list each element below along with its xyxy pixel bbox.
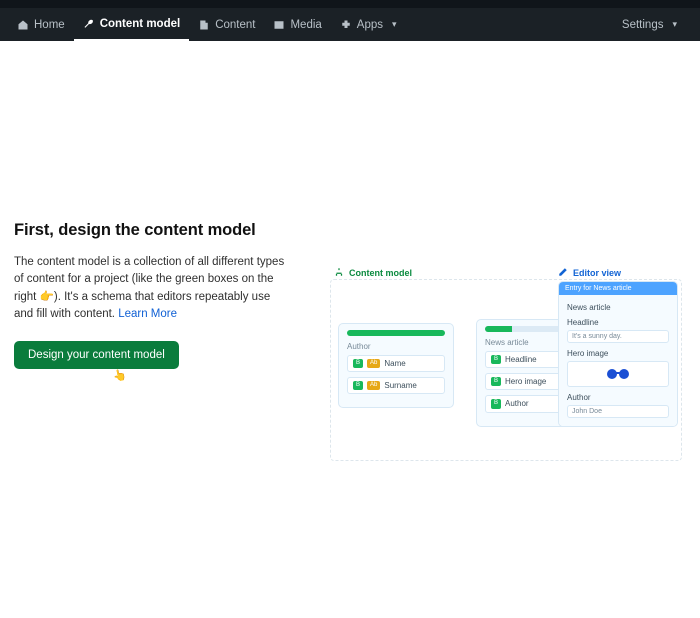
- image-icon: [273, 19, 285, 31]
- field-hero-image: Hero image: [505, 377, 546, 386]
- home-icon: [17, 19, 29, 31]
- nav-settings-label: Settings: [622, 19, 664, 31]
- nav-content-model[interactable]: Content model: [74, 8, 190, 41]
- page-description: The content model is a collection of all…: [14, 254, 288, 323]
- wrench-icon: [83, 18, 95, 30]
- field-row: B Ab Surname: [347, 377, 445, 394]
- main-navbar: Home Content model Content Media Apps: [0, 8, 700, 41]
- field-row: B Ab Name: [347, 355, 445, 372]
- nav-media[interactable]: Media: [264, 8, 330, 41]
- sunglasses-icon: [605, 368, 631, 380]
- editor-hero-image-label: Hero image: [567, 349, 669, 358]
- model-card-author: Author B Ab Name B Ab Surname: [338, 323, 454, 408]
- nav-apps-label: Apps: [357, 19, 383, 31]
- editor-hero-image-preview: [567, 361, 669, 387]
- field-headline: Headline: [505, 355, 537, 364]
- editor-headline-value: It's a sunny day.: [567, 330, 669, 343]
- field-row: B Author: [485, 395, 563, 412]
- diagram-content-model-title: Content model: [334, 267, 412, 279]
- nav-content[interactable]: Content: [189, 8, 264, 41]
- card-accent-bar: [485, 326, 563, 332]
- nav-content-model-label: Content model: [100, 18, 181, 30]
- card-section-author: Author: [347, 342, 445, 351]
- field-name: Name: [384, 359, 405, 368]
- editor-author-value: John Doe: [567, 405, 669, 418]
- nav-content-label: Content: [215, 19, 255, 31]
- diagram-editor-view-title: Editor view: [558, 267, 621, 279]
- sitemap-icon: [334, 267, 344, 279]
- puzzle-icon: [340, 19, 352, 31]
- card-section-news: News article: [485, 338, 563, 347]
- editor-headline-label: Headline: [567, 318, 669, 327]
- illustration-diagram: Content model Editor view Type of conten…: [330, 263, 690, 463]
- editor-preview-card: Entry for News article News article Head…: [558, 281, 678, 427]
- nav-home-label: Home: [34, 19, 65, 31]
- learn-more-link[interactable]: Learn More: [118, 308, 177, 320]
- document-icon: [198, 19, 210, 31]
- chevron-down-icon: ▾: [392, 19, 397, 30]
- window-topbar: [0, 0, 700, 8]
- page-heading: First, design the content model: [14, 221, 288, 240]
- nav-media-label: Media: [290, 19, 321, 31]
- editor-author-label: Author: [567, 393, 669, 402]
- design-content-model-button[interactable]: Design your content model: [14, 341, 179, 369]
- chevron-down-icon: ▾: [672, 19, 677, 30]
- editor-card-header: Entry for News article: [559, 282, 677, 295]
- cursor-pointer-icon: 👆: [112, 368, 128, 383]
- field-surname: Surname: [384, 381, 416, 390]
- field-row: B Headline: [485, 351, 563, 368]
- edit-icon: [558, 267, 568, 279]
- field-row: B Hero image: [485, 373, 563, 390]
- nav-settings[interactable]: Settings ▾: [613, 8, 686, 41]
- nav-apps[interactable]: Apps ▾: [331, 8, 406, 41]
- card-accent-bar: [347, 330, 445, 336]
- field-author: Author: [505, 399, 529, 408]
- editor-news-article-label: News article: [567, 303, 669, 312]
- nav-home[interactable]: Home: [8, 8, 74, 41]
